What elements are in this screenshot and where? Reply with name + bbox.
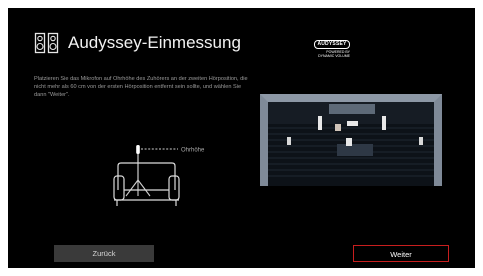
next-button[interactable]: Weiter — [353, 245, 449, 262]
logo-line-2: DYNAMIC VOLUME — [318, 54, 350, 58]
sofa-illustration: Ohrhöhe — [113, 145, 205, 206]
back-button[interactable]: Zurück — [54, 245, 154, 262]
listener-position-marker — [346, 138, 352, 146]
front-right-speaker — [382, 116, 386, 130]
logo-brand: AUDYSSEY — [314, 40, 350, 49]
audyssey-logo: AUDYSSEY POWERED BY DYNAMIC VOLUME — [314, 40, 350, 58]
subwoofer — [335, 124, 341, 131]
room-diagram — [260, 94, 442, 186]
screen: Audyssey-Einmessung AUDYSSEY POWERED BY … — [8, 8, 475, 268]
front-left-speaker — [318, 116, 322, 130]
center-speaker — [347, 121, 358, 126]
ear-height-label: Ohrhöhe — [181, 148, 205, 154]
instruction-text: Platzieren Sie das Mikrofon auf Ohrhöhe … — [34, 76, 248, 98]
sofa-icon — [113, 162, 180, 206]
page-title: Audyssey-Einmessung — [68, 33, 241, 52]
microphone-icon — [125, 145, 151, 197]
speaker-pair-icon — [34, 32, 59, 54]
